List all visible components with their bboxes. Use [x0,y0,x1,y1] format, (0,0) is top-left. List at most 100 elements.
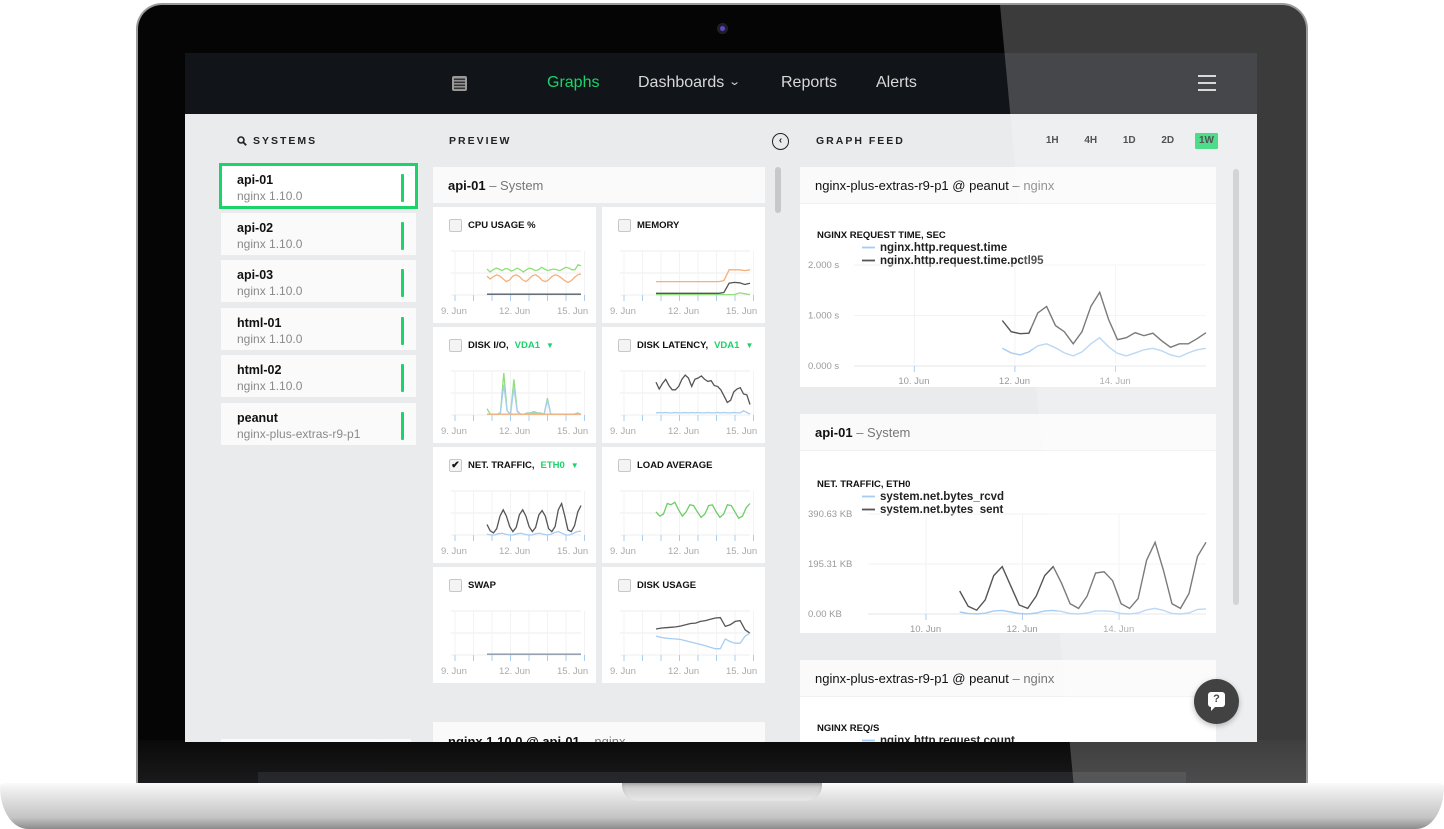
preview-chart-header: DISK I/O, VDA1 ▼ [449,339,554,352]
status-indicator [401,364,404,393]
preview-scrollbar[interactable] [775,167,781,213]
checkbox-checked[interactable]: ✔ [449,459,462,472]
nav-graphs[interactable]: Graphs [547,74,599,92]
chevron-left-circle-icon[interactable]: ‹ [772,133,789,150]
series-line [486,273,582,284]
preview-chart-card: CPU USAGE % 9. Jun 12. Jun 15. Jun [433,207,596,323]
x-tick-label: 9. Jun [441,426,467,437]
series-line [655,410,751,415]
feed-card-header: nginx-plus-extras-r9-p1 @ peanut – nginx [800,660,1216,697]
x-tick-label: 12. Jun [668,426,699,437]
chevron-down-icon: ⌄ [728,76,742,88]
preview-title: PREVIEW [449,135,512,147]
caret-down-icon[interactable]: ▼ [745,341,753,350]
series-line [655,632,751,650]
nav-reports[interactable]: Reports [781,74,837,92]
range-button-1d[interactable]: 1D [1110,133,1149,149]
x-tick-label: 15. Jun [726,306,757,317]
feed-card-type: – nginx [1012,671,1055,686]
preview-mini-chart: 9. Jun 12. Jun 15. Jun [610,610,757,677]
legend-item[interactable]: nginx.http.request.count [880,735,1015,742]
system-item[interactable]: api-02 nginx 1.10.0 [221,212,416,255]
preview-chart-tag[interactable]: VDA1 [714,340,739,351]
status-indicator [401,221,404,250]
checkbox[interactable] [449,219,462,232]
preview-chart-card: DISK LATENCY, VDA1 ▼ 9. Jun 12. Jun 15. Jun [602,327,765,443]
feed-scrollbar[interactable] [1233,169,1239,605]
chart-title: NET. TRAFFIC, ETH0 [817,479,910,490]
x-tick-label: 14. Jun [1103,624,1134,633]
series-line [656,269,751,283]
series-line [655,501,751,520]
range-button-4h[interactable]: 4H [1072,133,1111,149]
checkbox[interactable] [449,339,462,352]
feed-card-name: nginx-plus-extras-r9-p1 @ peanut [815,178,1009,193]
hamburger-icon[interactable] [1198,75,1216,91]
preview-mini-chart: 9. Jun 12. Jun 15. Jun [610,490,757,557]
checkbox[interactable] [618,459,631,472]
preview-mini-chart: 9. Jun 12. Jun 15. Jun [610,250,757,317]
caret-down-icon[interactable]: ▼ [571,461,579,470]
preview-chart-label: CPU USAGE % [468,220,536,231]
system-version: nginx 1.10.0 [237,331,303,346]
help-chat-button[interactable]: ? [1194,679,1239,724]
preview-chart-label: DISK USAGE [637,580,697,591]
system-item[interactable]: api-03 nginx 1.10.0 [221,260,416,303]
x-tick-label: 9. Jun [441,666,467,677]
range-button-2d[interactable]: 2D [1149,133,1188,149]
x-tick-label: 15. Jun [726,546,757,557]
nav-alerts[interactable]: Alerts [876,74,917,92]
preview-chart-tag[interactable]: ETH0 [541,460,565,471]
preview-chart-label: DISK LATENCY, [637,340,709,351]
preview-mini-chart: 9. Jun 12. Jun 15. Jun [441,370,588,437]
x-tick-label: 9. Jun [441,306,467,317]
app-screen: Graphs Dashboards ⌄ Reports Alerts SYSTEM… [185,53,1257,742]
range-button-1h[interactable]: 1H [1033,133,1072,149]
series-line [1001,290,1207,349]
preview-chart-tag[interactable]: VDA1 [515,340,540,351]
preview-chart-header: CPU USAGE % [449,219,536,232]
preview-chart-card: MEMORY 9. Jun 12. Jun 15. Jun [602,207,765,323]
legend-item[interactable]: nginx.http.request.time [880,242,1007,254]
range-button-1w[interactable]: 1W [1195,133,1218,149]
systems-title-text: SYSTEMS [253,135,318,147]
series-line [656,281,751,294]
preview-chart-label: MEMORY [637,220,680,231]
preview-chart-label: DISK I/O, [468,340,509,351]
nav-dashboards-label: Dashboards [638,74,725,91]
system-name: api-01 [237,173,274,187]
system-item[interactable]: html-01 nginx 1.10.0 [221,307,416,350]
x-tick-label: 12. Jun [1007,624,1038,633]
system-name: html-02 [237,363,282,378]
x-tick-label: 12. Jun [499,426,530,437]
preview-chart-card: LOAD AVERAGE 9. Jun 12. Jun 15. Jun [602,447,765,563]
req-s-chart: NGINX REQ/Snginx.http.request.count [817,723,1015,742]
server-stack-icon[interactable] [451,75,468,92]
y-tick-label: 2.000 s [808,260,839,271]
system-name: html-01 [237,315,282,330]
caret-down-icon[interactable]: ▼ [546,341,554,350]
checkbox[interactable] [618,579,631,592]
checkbox[interactable] [618,219,631,232]
search-icon[interactable] [237,136,247,146]
series-line [486,264,582,273]
system-item[interactable]: html-02 nginx 1.10.0 [221,355,416,398]
system-item[interactable]: peanut nginx-plus-extras-r9-p1 [221,402,416,445]
x-tick-label: 15. Jun [726,666,757,677]
preview-chart-header: DISK USAGE [618,579,696,592]
x-tick-label: 12. Jun [499,546,530,557]
x-tick-label: 9. Jun [441,546,467,557]
checkbox[interactable] [449,579,462,592]
x-tick-label: 10. Jun [898,376,929,387]
preview-chart-header: DISK LATENCY, VDA1 ▼ [618,339,753,352]
x-tick-label: 9. Jun [610,666,636,677]
request-time-chart: NGINX REQUEST TIME, SECnginx.http.reques… [808,230,1207,387]
nav-dashboards[interactable]: Dashboards ⌄ [638,74,742,92]
preview-mini-chart: 9. Jun 12. Jun 15. Jun [441,610,588,677]
system-item[interactable]: api-01 nginx 1.10.0 [219,163,418,209]
checkbox[interactable] [618,339,631,352]
legend-item[interactable]: system.net.bytes_rcvd [880,491,1004,503]
x-tick-label: 12. Jun [499,306,530,317]
feed-card-type: – System [856,425,911,440]
preview-system-type: – System [489,178,544,193]
